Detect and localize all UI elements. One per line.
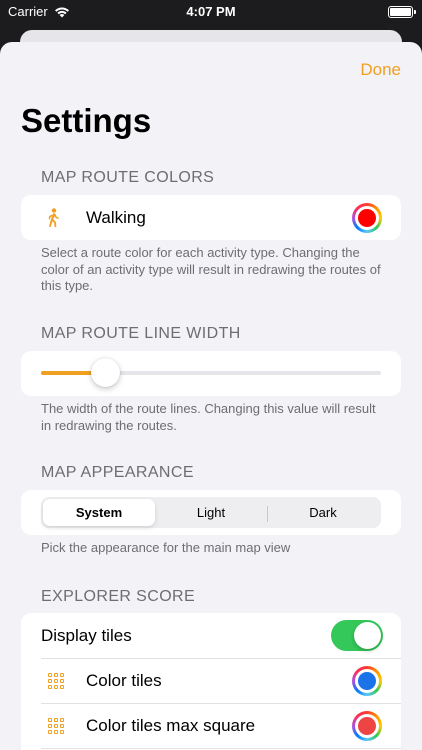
max-square-color-swatch [358,717,376,735]
segment-dark[interactable]: Dark [267,499,379,526]
segment-dark-label: Dark [309,505,337,520]
row-divider [41,703,401,704]
color-tiles-max-square-label: Color tiles max square [86,716,256,735]
status-time: 4:07 PM [186,4,236,19]
display-tiles-label: Display tiles [41,626,132,645]
section-header-map-route-line-width: MAP ROUTE LINE WIDTH [41,325,241,342]
done-button[interactable]: Done [360,60,401,80]
line-width-row [21,351,401,396]
status-bar: Carrier 4:07 PM [0,0,422,26]
color-tiles-color-swatch [358,672,376,690]
map-appearance-segmented-control[interactable]: System Light Dark [41,497,381,528]
section-header-map-appearance: MAP APPEARANCE [41,464,194,481]
battery-icon [388,6,416,18]
row-divider [41,658,401,659]
walking-color-well[interactable] [352,203,382,233]
walking-label: Walking [86,208,146,227]
max-square-grid-icon [48,718,64,734]
walking-color-row[interactable]: Walking [21,195,401,240]
display-tiles-toggle[interactable] [331,620,383,651]
explorer-score-card: Display tiles Color tiles Color tiles ma… [21,613,401,750]
walking-figure-icon [48,208,59,227]
settings-sheet: Done Settings MAP ROUTE COLORS Walking S… [0,42,422,750]
map-route-colors-footer: Select a route color for each activity t… [41,245,381,293]
segment-divider [267,506,268,522]
map-appearance-row: System Light Dark [21,490,401,535]
section-header-map-route-colors: MAP ROUTE COLORS [41,169,215,186]
segment-system[interactable]: System [43,499,155,526]
segment-light[interactable]: Light [155,499,267,526]
line-width-slider-thumb[interactable] [91,358,121,387]
section-header-explorer-score: EXPLORER SCORE [41,588,196,605]
color-tiles-color-well[interactable] [352,666,382,696]
row-divider [41,748,401,749]
color-tiles-grid-icon [48,673,64,689]
color-tiles-label: Color tiles [86,671,162,690]
map-route-line-width-footer: The width of the route lines. Changing t… [41,401,376,433]
max-square-color-well[interactable] [352,711,382,741]
line-width-slider[interactable] [41,358,381,387]
walking-color-swatch [358,209,376,227]
map-appearance-footer: Pick the appearance for the main map vie… [41,540,291,555]
page-title: Settings [21,102,152,139]
